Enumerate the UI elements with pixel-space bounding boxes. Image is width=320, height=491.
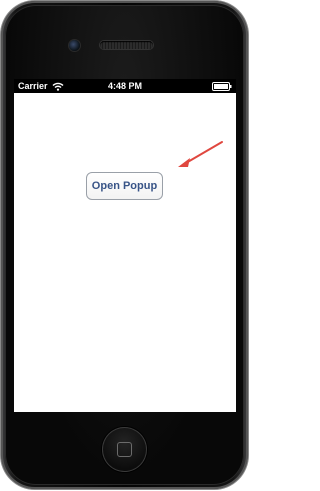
status-time: 4:48 PM (107, 81, 142, 91)
device-screen: Carrier 4:48 PM Open Popup (14, 79, 236, 412)
earpiece-speaker (100, 41, 153, 49)
open-popup-button[interactable]: Open Popup (86, 172, 163, 200)
annotation-arrow-icon (178, 141, 223, 167)
home-button[interactable] (102, 427, 147, 472)
front-camera-icon (69, 40, 80, 51)
status-bar: Carrier 4:48 PM (14, 79, 236, 93)
home-square-icon (117, 442, 132, 457)
battery-icon (212, 82, 232, 91)
